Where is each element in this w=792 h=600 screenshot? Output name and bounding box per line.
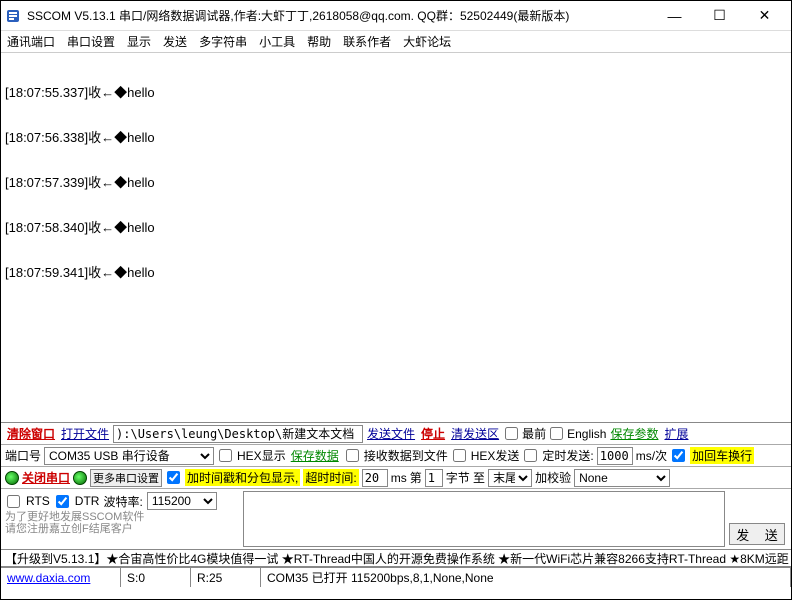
baud-label: 波特率: (103, 493, 142, 510)
log-line: [18:07:55.337]收←◆hello (5, 85, 787, 100)
menu-tools[interactable]: 小工具 (259, 33, 295, 50)
register-hint-1: 为了更好地发展SSCOM软件 (5, 511, 237, 523)
english-label: English (567, 427, 606, 441)
hex-send-label: HEX发送 (471, 447, 520, 464)
menu-serial-settings[interactable]: 串口设置 (67, 33, 115, 50)
port-label: 端口号 (5, 447, 41, 464)
recv-to-file-label: 接收数据到文件 (364, 447, 448, 464)
menu-forum[interactable]: 大虾论坛 (403, 33, 451, 50)
clear-send-area-button[interactable]: 清发送区 (449, 425, 501, 442)
status-led-icon (5, 471, 19, 485)
port-select[interactable]: COM35 USB 串行设备 (44, 447, 214, 465)
send-button[interactable]: 发 送 (729, 523, 785, 545)
hex-send-checkbox[interactable] (453, 449, 466, 462)
record-led-icon (73, 471, 87, 485)
port-controls: RTS DTR 波特率: 115200 为了更好地发展SSCOM软件 请您注册嘉… (1, 489, 241, 549)
log-line: [18:07:59.341]收←◆hello (5, 265, 787, 280)
timed-send-unit: ms/次 (636, 447, 667, 464)
byte-from-input[interactable] (425, 469, 443, 487)
rts-label: RTS (26, 494, 50, 508)
maximize-button[interactable]: ☐ (697, 2, 742, 30)
add-crlf-checkbox[interactable] (672, 449, 685, 462)
website-link[interactable]: www.daxia.com (7, 571, 90, 585)
expand-button[interactable]: 扩展 (662, 425, 690, 442)
hex-display-checkbox[interactable] (219, 449, 232, 462)
close-port-button[interactable]: 关闭串口 (22, 469, 70, 486)
topmost-label: 最前 (522, 425, 546, 442)
timeout-label: 超时时间: (303, 469, 358, 486)
baud-select[interactable]: 115200 (147, 492, 217, 510)
checksum-label: 加校验 (535, 469, 571, 486)
byte-from-label: 第 (410, 469, 422, 486)
dtr-checkbox[interactable] (56, 495, 69, 508)
register-hint-2: 请您注册嘉立创F结尾客户 (5, 523, 237, 535)
status-bar: www.daxia.com S:0 R:25 COM35 已打开 115200b… (1, 567, 791, 587)
english-checkbox[interactable] (550, 427, 563, 440)
file-toolbar: 清除窗口 打开文件 发送文件 停止 清发送区 最前 English 保存参数 扩… (1, 423, 791, 445)
save-data-button[interactable]: 保存数据 (289, 447, 341, 464)
close-button[interactable]: ✕ (742, 2, 787, 30)
timeout-unit: ms (391, 471, 407, 485)
send-file-button[interactable]: 发送文件 (365, 425, 417, 442)
app-icon (5, 8, 21, 24)
menu-multi-string[interactable]: 多字符串 (199, 33, 247, 50)
stop-button[interactable]: 停止 (419, 425, 447, 442)
checksum-select[interactable]: None (574, 469, 670, 487)
dtr-label: DTR (75, 494, 100, 508)
send-area (241, 489, 727, 549)
window-title: SSCOM V5.13.1 串口/网络数据调试器,作者:大虾丁丁,2618058… (27, 7, 652, 24)
save-params-button[interactable]: 保存参数 (608, 425, 660, 442)
log-area[interactable]: [18:07:55.337]收←◆hello [18:07:56.338]收←◆… (1, 53, 791, 423)
status-sent: S:0 (121, 568, 191, 587)
menu-send[interactable]: 发送 (163, 33, 187, 50)
timestamp-label: 加时间戳和分包显示, (185, 469, 300, 486)
menu-contact[interactable]: 联系作者 (343, 33, 391, 50)
more-settings-button[interactable]: 更多串口设置 (90, 469, 162, 487)
title-bar: SSCOM V5.13.1 串口/网络数据调试器,作者:大虾丁丁,2618058… (1, 1, 791, 31)
lower-panel: RTS DTR 波特率: 115200 为了更好地发展SSCOM软件 请您注册嘉… (1, 489, 791, 549)
options-toolbar: 关闭串口 更多串口设置 加时间戳和分包显示, 超时时间: ms 第 字节 至 末… (1, 467, 791, 489)
log-line: [18:07:57.339]收←◆hello (5, 175, 787, 190)
minimize-button[interactable]: — (652, 2, 697, 30)
hex-display-label: HEX显示 (237, 447, 286, 464)
menu-port[interactable]: 通讯端口 (7, 33, 55, 50)
send-textarea[interactable] (243, 491, 725, 547)
add-crlf-label: 加回车换行 (690, 447, 754, 464)
timed-send-checkbox[interactable] (524, 449, 537, 462)
menu-display[interactable]: 显示 (127, 33, 151, 50)
port-toolbar: 端口号 COM35 USB 串行设备 HEX显示 保存数据 接收数据到文件 HE… (1, 445, 791, 467)
recv-to-file-checkbox[interactable] (346, 449, 359, 462)
open-file-button[interactable]: 打开文件 (59, 425, 111, 442)
tail-select[interactable]: 末尾 (488, 469, 532, 487)
timed-send-label: 定时发送: (542, 447, 593, 464)
log-line: [18:07:56.338]收←◆hello (5, 130, 787, 145)
menu-help[interactable]: 帮助 (307, 33, 331, 50)
log-line: [18:07:58.340]收←◆hello (5, 220, 787, 235)
promo-bar: 【升级到V5.13.1】★合宙高性价比4G模块值得一试 ★RT-Thread中国… (1, 549, 791, 567)
byte-to-label: 字节 至 (446, 469, 485, 486)
timestamp-checkbox[interactable] (167, 471, 180, 484)
timed-send-interval-input[interactable] (597, 447, 633, 465)
timeout-input[interactable] (362, 469, 388, 487)
file-path-input[interactable] (113, 425, 363, 443)
rts-checkbox[interactable] (7, 495, 20, 508)
status-port-info: COM35 已打开 115200bps,8,1,None,None (261, 568, 791, 587)
status-recv: R:25 (191, 568, 261, 587)
clear-window-button[interactable]: 清除窗口 (5, 425, 57, 442)
menu-bar: 通讯端口 串口设置 显示 发送 多字符串 小工具 帮助 联系作者 大虾论坛 (1, 31, 791, 53)
topmost-checkbox[interactable] (505, 427, 518, 440)
